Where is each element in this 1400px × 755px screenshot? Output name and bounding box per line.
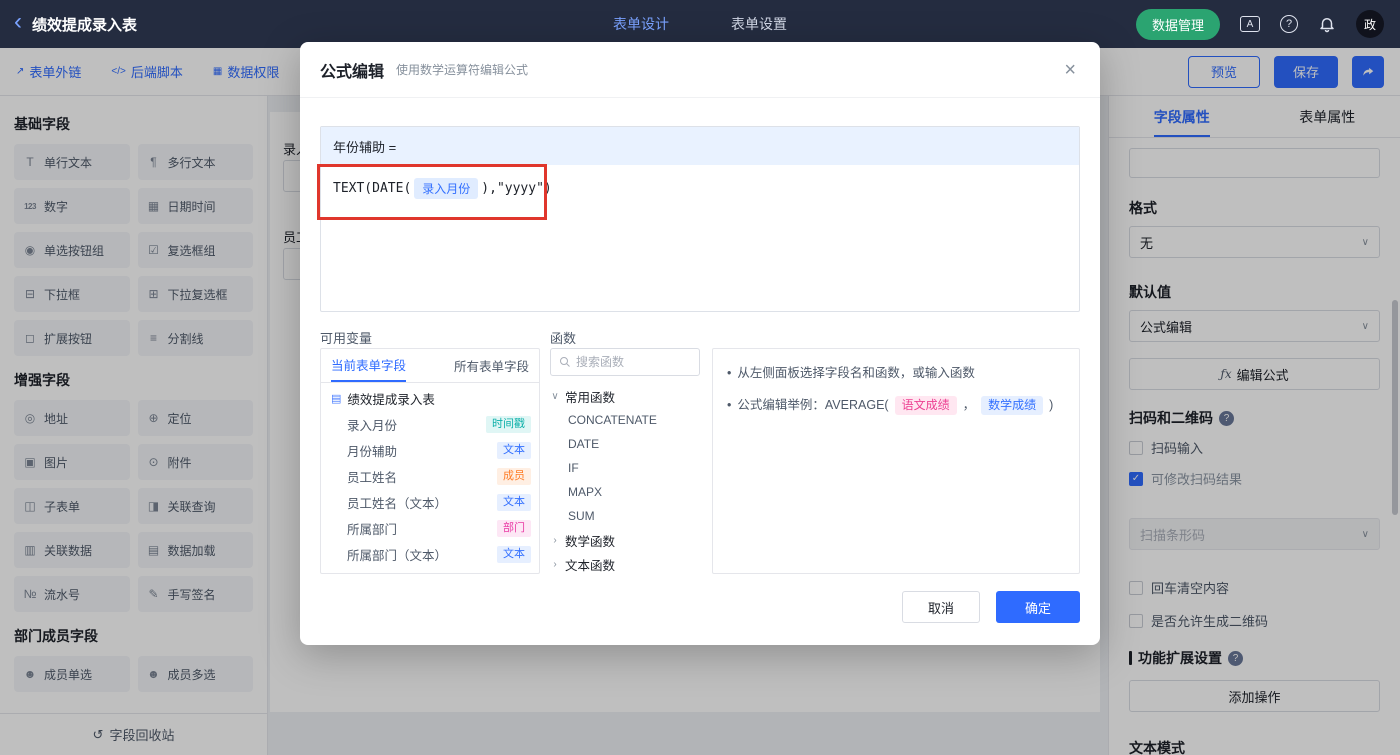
help-icon[interactable]: ? (1280, 15, 1298, 33)
variable-name: 所属部门（文本） (347, 545, 447, 564)
help-text: 从左侧面板选择字段名和函数，或输入函数 (737, 361, 975, 385)
chevron-down-icon: ∨ (550, 391, 560, 402)
variable-name: 录入月份 (347, 415, 397, 434)
variable-row[interactable]: 员工姓名 成员 (321, 463, 539, 489)
formula-expression[interactable]: TEXT(DATE( 录入月份 ),"yyyy") (321, 165, 1079, 212)
field-type-tag: 成员 (497, 468, 531, 485)
variables-label: 可用变量 (320, 328, 372, 347)
example-field-pill: 语文成绩 (895, 396, 957, 415)
help-panel: • 从左侧面板选择字段名和函数，或输入函数 • 公式编辑举例：AVERAGE( … (712, 348, 1080, 574)
tab-current-form-fields[interactable]: 当前表单字段 (331, 349, 406, 382)
field-type-tag: 部门 (497, 520, 531, 537)
variable-name: 所属部门 (347, 519, 397, 538)
language-icon[interactable]: A (1240, 16, 1260, 32)
variable-name: 员工姓名 (347, 467, 397, 486)
field-type-tag: 文本 (497, 442, 531, 459)
notification-bell-icon[interactable] (1318, 15, 1336, 33)
chevron-right-icon: › (550, 535, 560, 546)
formula-editor-dialog: 公式编辑 使用数学运算符编辑公式 × 年份辅助 = TEXT(DATE( 录入月… (300, 42, 1100, 645)
variable-row[interactable]: 员工姓名（文本） 文本 (321, 489, 539, 515)
functions-panel: ∨ 常用函数 CONCATENATE DATE IF MAPX SUM › 数学… (550, 348, 700, 580)
field-type-tag: 文本 (497, 546, 531, 563)
function-item[interactable]: IF (550, 456, 700, 480)
top-navbar: ‹ 绩效提成录入表 表单设计 表单设置 数据管理 A ? 政 (0, 0, 1400, 48)
function-item[interactable]: MAPX (550, 480, 700, 504)
field-type-tag: 时间戳 (486, 416, 531, 433)
data-manage-button[interactable]: 数据管理 (1136, 9, 1220, 40)
help-line-example: • 公式编辑举例：AVERAGE( 语文成绩 ， 数学成绩 ) (727, 393, 1065, 417)
formula-text: ),"yyyy") (481, 181, 551, 196)
dialog-footer: 取消 确定 (300, 583, 1100, 645)
tab-all-form-fields[interactable]: 所有表单字段 (454, 349, 529, 382)
variables-tabs: 当前表单字段 所有表单字段 (321, 349, 539, 383)
variable-row[interactable]: 所属部门 部门 (321, 515, 539, 541)
bullet-icon: • (727, 393, 731, 417)
formula-target-label: 年份辅助 = (321, 127, 1079, 165)
topbar-left: ‹ 绩效提成录入表 (0, 14, 137, 35)
form-root-label: 绩效提成录入表 (347, 389, 435, 408)
functions-label: 函数 (550, 328, 576, 347)
variable-row[interactable]: 月份辅助 文本 (321, 437, 539, 463)
tab-form-settings[interactable]: 表单设置 (731, 14, 787, 34)
variable-row[interactable]: 所属部门（文本） 文本 (321, 541, 539, 567)
search-input[interactable] (576, 355, 691, 369)
formula-text: TEXT(DATE( (333, 181, 411, 196)
function-group-common[interactable]: ∨ 常用函数 (550, 384, 700, 408)
function-group-math[interactable]: › 数学函数 (550, 528, 700, 552)
chevron-right-icon: › (550, 559, 560, 570)
function-search-box[interactable] (550, 348, 700, 376)
page-title: 绩效提成录入表 (32, 14, 137, 35)
dialog-subtitle: 使用数学运算符编辑公式 (396, 61, 528, 78)
cancel-button[interactable]: 取消 (902, 591, 980, 623)
help-text: ， (963, 393, 976, 417)
help-text: 公式编辑举例：AVERAGE( (737, 393, 888, 417)
dialog-header: 公式编辑 使用数学运算符编辑公式 × (300, 42, 1100, 98)
form-root-node[interactable]: ▤ 绩效提成录入表 (321, 385, 539, 411)
close-icon[interactable]: × (1064, 60, 1076, 80)
variable-name: 月份辅助 (347, 441, 397, 460)
variables-panel: 当前表单字段 所有表单字段 ▤ 绩效提成录入表 录入月份 时间戳 月份辅助 文本… (320, 348, 540, 574)
user-avatar[interactable]: 政 (1356, 10, 1384, 38)
variable-name: 员工姓名（文本） (347, 493, 447, 512)
bullet-icon: • (727, 361, 731, 385)
tab-form-design[interactable]: 表单设计 (613, 14, 669, 34)
document-icon: ▤ (331, 392, 341, 405)
search-icon (559, 356, 571, 368)
topbar-right: 数据管理 A ? 政 (1136, 9, 1400, 40)
confirm-button[interactable]: 确定 (996, 591, 1080, 623)
function-item[interactable]: DATE (550, 432, 700, 456)
topbar-tabs: 表单设计 表单设置 (613, 14, 787, 34)
variable-row[interactable]: 录入月份 时间戳 (321, 411, 539, 437)
back-icon[interactable]: ‹ (14, 10, 22, 34)
formula-editor: 年份辅助 = TEXT(DATE( 录入月份 ),"yyyy") (320, 126, 1080, 312)
example-field-pill: 数学成绩 (981, 396, 1043, 415)
field-type-tag: 文本 (497, 494, 531, 511)
dialog-title: 公式编辑 (320, 58, 384, 82)
function-item[interactable]: SUM (550, 504, 700, 528)
function-item[interactable]: CONCATENATE (550, 408, 700, 432)
help-text: ) (1049, 393, 1053, 417)
help-line: • 从左侧面板选择字段名和函数，或输入函数 (727, 361, 1065, 385)
function-group-text[interactable]: › 文本函数 (550, 552, 700, 576)
formula-field-pill[interactable]: 录入月份 (414, 178, 478, 199)
